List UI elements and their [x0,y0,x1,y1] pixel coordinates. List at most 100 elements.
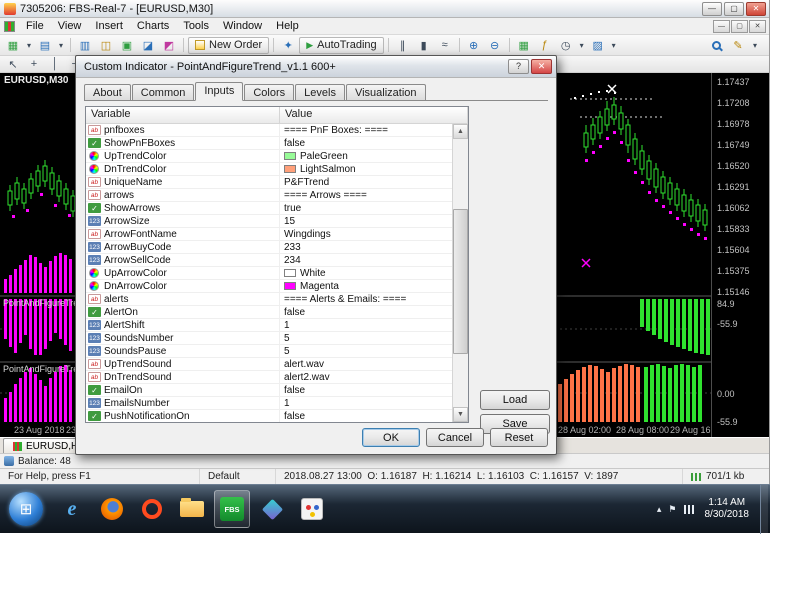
status-profile[interactable]: Default [200,469,276,484]
input-row-DnArrowColor[interactable]: DnArrowColorMagenta [86,280,452,293]
child-restore-button[interactable]: ▢ [731,20,748,33]
input-row-SoundsNumber[interactable]: 123SoundsNumber5 [86,332,452,345]
dialog-titlebar[interactable]: Custom Indicator - PointAndFigureTrend_v… [76,56,556,78]
zoom-in-icon[interactable]: ⊕ [464,37,484,54]
data-window-icon[interactable]: ◫ [96,37,116,54]
ok-button[interactable]: OK [362,428,420,447]
input-row-SoundsPause[interactable]: 123SoundsPause5 [86,345,452,358]
tab-inputs[interactable]: Inputs [195,82,243,101]
tab-common[interactable]: Common [132,84,195,100]
input-row-EmailOn[interactable]: ✓EmailOnfalse [86,384,452,397]
new-order-button[interactable]: New Order [188,37,269,54]
periods-icon[interactable]: ◷ [556,37,576,54]
value-cell[interactable]: false [280,410,452,422]
templates-icon[interactable]: ▨ [588,37,608,54]
taskbar-explorer-folder-icon[interactable] [174,490,210,528]
value-cell[interactable]: LightSalmon [280,163,452,175]
expert-advisors-icon[interactable]: ✦ [278,37,298,54]
value-cell[interactable]: 5 [280,332,452,344]
input-row-DnTrendSound[interactable]: abDnTrendSoundalert2.wav [86,371,452,384]
periods-dropdown-icon[interactable]: ▾ [577,37,587,54]
taskbar-ie-icon[interactable]: e [54,490,90,528]
terminal-panel[interactable]: Balance: 48 [0,453,769,468]
menu-tools[interactable]: Tools [176,19,216,33]
input-row-pnfboxes[interactable]: abpnfboxes==== PnF Boxes: ==== [86,124,452,137]
tile-windows-icon[interactable]: ▦ [514,37,534,54]
input-row-EmailsNumber[interactable]: 123EmailsNumber1 [86,397,452,410]
hidden-icons-arrow[interactable]: ▴ [657,504,662,515]
input-row-ArrowBuyCode[interactable]: 123ArrowBuyCode233 [86,241,452,254]
taskbar-browser-icon[interactable] [134,490,170,528]
value-cell[interactable]: 5 [280,345,452,357]
toolbar-more-dropdown-icon[interactable]: ▾ [750,37,760,54]
input-row-alerts[interactable]: abalerts==== Alerts & Emails: ==== [86,293,452,306]
child-minimize-button[interactable]: — [713,20,730,33]
new-chart-icon[interactable]: ▦ [3,37,23,54]
value-cell[interactable]: false [280,384,452,396]
search-icon[interactable] [706,37,726,54]
tab-colors[interactable]: Colors [244,84,294,100]
terminal-icon[interactable]: ◪ [138,37,158,54]
indicators-icon[interactable]: ƒ [535,37,555,54]
taskbar-paint-icon[interactable] [294,490,330,528]
menu-window[interactable]: Window [216,19,269,33]
crosshair-icon[interactable]: + [24,57,44,71]
value-cell[interactable]: true [280,202,452,214]
strategy-tester-icon[interactable]: ◩ [159,37,179,54]
input-row-ArrowSize[interactable]: 123ArrowSize15 [86,215,452,228]
navigator-icon[interactable]: ▣ [117,37,137,54]
menu-insert[interactable]: Insert [88,19,130,33]
menu-file[interactable]: File [19,19,51,33]
value-cell[interactable]: 1 [280,397,452,409]
taskbar-clock[interactable]: 1:14 AM 8/30/2018 [701,497,754,522]
candlestick-chart-icon[interactable]: ▮ [414,37,434,54]
maximize-button[interactable]: ▢ [724,2,744,16]
zoom-out-icon[interactable]: ⊖ [485,37,505,54]
value-cell[interactable]: 233 [280,241,452,253]
scrollbar-thumb[interactable] [453,209,468,354]
menu-view[interactable]: View [51,19,89,33]
dialog-help-button[interactable]: ? [508,59,529,74]
input-row-ArrowFontName[interactable]: abArrowFontNameWingdings [86,228,452,241]
scroll-up-arrow[interactable]: ▲ [453,124,468,139]
value-cell[interactable]: 1 [280,319,452,331]
reset-button[interactable]: Reset [490,428,548,447]
templates-dropdown-icon[interactable]: ▾ [609,37,619,54]
value-cell[interactable]: alert.wav [280,358,452,370]
price-scale[interactable]: 1.174371.172081.169781.167491.165201.162… [711,73,769,437]
minimize-button[interactable]: — [702,2,722,16]
bar-chart-icon[interactable]: ∥ [393,37,413,54]
taskbar-fbs-icon[interactable]: FBS [214,490,250,528]
load-button[interactable]: Load [480,390,550,410]
value-cell[interactable]: ==== Arrows ==== [280,189,452,201]
value-cell[interactable]: ==== Alerts & Emails: ==== [280,293,452,305]
value-cell[interactable]: Magenta [280,280,452,292]
input-row-DnTrendColor[interactable]: DnTrendColorLightSalmon [86,163,452,176]
value-cell[interactable]: ==== PnF Boxes: ==== [280,124,452,136]
input-row-ShowArrows[interactable]: ✓ShowArrowstrue [86,202,452,215]
column-header-value[interactable]: Value [280,107,468,123]
input-row-UniqueName[interactable]: abUniqueNameP&FTrend [86,176,452,189]
input-row-ShowPnFBoxes[interactable]: ✓ShowPnFBoxesfalse [86,137,452,150]
start-button[interactable]: ⊞ [9,492,43,526]
value-cell[interactable]: 234 [280,254,452,266]
show-desktop-button[interactable] [760,485,768,534]
quick-edit-icon[interactable]: ✎ [728,37,748,54]
window-titlebar[interactable]: 7305206: FBS-Real-7 - [EURUSD,M30] — ▢ ✕ [0,0,769,18]
tab-levels[interactable]: Levels [295,84,345,100]
value-cell[interactable]: false [280,137,452,149]
menu-charts[interactable]: Charts [130,19,176,33]
input-row-arrows[interactable]: abarrows==== Arrows ==== [86,189,452,202]
value-cell[interactable]: 15 [280,215,452,227]
cursor-icon[interactable]: ↖ [3,57,23,71]
line-chart-icon[interactable]: ≈ [435,37,455,54]
value-cell[interactable]: White [280,267,452,279]
scroll-down-arrow[interactable]: ▼ [453,407,468,422]
market-watch-icon[interactable]: ▥ [75,37,95,54]
input-row-UpTrendColor[interactable]: UpTrendColorPaleGreen [86,150,452,163]
input-row-AlertOn[interactable]: ✓AlertOnfalse [86,306,452,319]
close-button[interactable]: ✕ [746,2,766,16]
profiles-icon[interactable]: ▤ [35,37,55,54]
value-cell[interactable]: PaleGreen [280,150,452,162]
autotrading-button[interactable]: ▶ AutoTrading [299,37,383,54]
